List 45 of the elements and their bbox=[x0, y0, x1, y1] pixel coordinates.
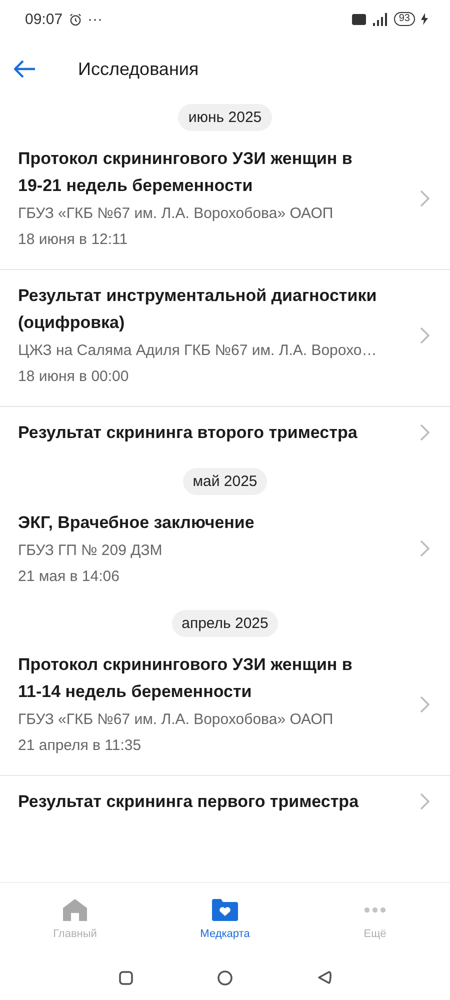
chevron-right-icon bbox=[420, 696, 430, 712]
chevron-right-icon bbox=[420, 326, 430, 344]
chevron-right-icon bbox=[420, 424, 430, 441]
study-item[interactable]: Результат скрининга второго триместра bbox=[0, 407, 450, 464]
back-triangle-icon[interactable] bbox=[316, 970, 332, 985]
nav-tab[interactable]: Медкарта bbox=[150, 883, 300, 955]
study-item[interactable]: Результат инструментальной диагностики (оцифровка) ЦЖЗ на Саляма Адиля ГКБ №67 им. Л.А. Ворохо… 18 июня в 00:00 bbox=[0, 270, 450, 407]
notification-dots: ··· bbox=[88, 10, 103, 28]
study-item[interactable]: Протокол скринингового УЗИ женщин в 11-14 недель беременности ГБУЗ «ГКБ №67 им. Л.А. Ворохобова» ОАОП 21 апреля в 11:35 bbox=[0, 639, 450, 776]
volte-icon bbox=[352, 14, 366, 24]
chevron-right-icon bbox=[420, 540, 430, 557]
home-icon bbox=[62, 898, 88, 922]
battery-level: 93 bbox=[394, 12, 415, 26]
folder-heart-icon bbox=[212, 898, 238, 922]
recents-icon[interactable] bbox=[118, 970, 132, 984]
study-title: Протокол скринингового УЗИ женщин в 11-14 недель беременности bbox=[18, 654, 354, 703]
study-date: 21 апреля в 11:35 bbox=[18, 736, 142, 756]
chevron-right-icon bbox=[420, 793, 430, 810]
study-organization: ГБУЗ ГП № 209 ДЗМ bbox=[18, 541, 164, 561]
study-title: Результат скрининга первого триместра bbox=[18, 791, 360, 813]
study-date: 21 мая в 14:06 bbox=[18, 567, 120, 587]
month-chip: июнь 2025 bbox=[178, 104, 272, 131]
home-circle-icon[interactable] bbox=[216, 970, 232, 986]
study-title: Результат инструментальной диагностики (оцифровка) bbox=[18, 285, 378, 334]
status-time: 09:07 bbox=[25, 10, 63, 28]
more-icon bbox=[364, 907, 386, 913]
month-chip: май 2025 bbox=[182, 468, 268, 495]
study-item[interactable]: ЭКГ, Врачебное заключение ГБУЗ ГП № 209 ДЗМ 21 мая в 14:06 bbox=[0, 497, 450, 606]
study-item[interactable]: Результат скрининга первого триместра bbox=[0, 776, 450, 833]
study-title: Результат скрининга второго триместра bbox=[18, 422, 358, 444]
chevron-right-icon bbox=[420, 190, 430, 206]
signal-icon bbox=[372, 12, 388, 26]
study-title: ЭКГ, Врачебное заключение bbox=[18, 512, 256, 534]
study-organization: ГБУЗ «ГКБ №67 им. Л.А. Ворохобова» ОАОП bbox=[18, 204, 334, 224]
screen-title: Исследования bbox=[78, 58, 199, 80]
alarm-icon bbox=[68, 12, 82, 26]
study-date: 18 июня в 12:11 bbox=[18, 230, 129, 250]
study-item[interactable]: Протокол скринингового УЗИ женщин в 19-21 недель беременности ГБУЗ «ГКБ №67 им. Л.А. Ворохобова» ОАОП 18 июня в 12:11 bbox=[0, 133, 450, 270]
back-arrow-icon[interactable] bbox=[14, 60, 36, 78]
study-organization: ГБУЗ «ГКБ №67 им. Л.А. Ворохобова» ОАОП bbox=[18, 710, 334, 730]
charging-icon bbox=[421, 13, 428, 25]
study-title: Протокол скринингового УЗИ женщин в 19-21 недель беременности bbox=[18, 148, 354, 197]
study-organization: ЦЖЗ на Саляма Адиля ГКБ №67 им. Л.А. Ворохо… bbox=[18, 341, 378, 361]
month-chip: апрель 2025 bbox=[172, 610, 278, 637]
study-date: 18 июня в 00:00 bbox=[18, 367, 130, 387]
